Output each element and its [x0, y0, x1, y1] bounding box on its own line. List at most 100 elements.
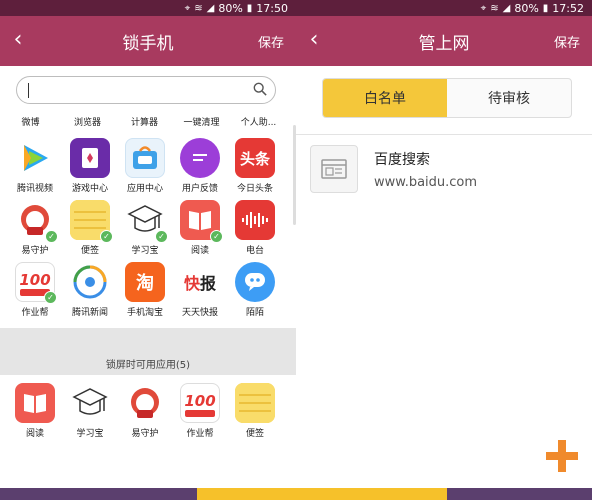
save-button[interactable]: 保存 — [258, 32, 284, 51]
app-zuoyebang[interactable]: 100 ✓ 作业帮 — [8, 262, 62, 318]
app-label[interactable]: 一键清理 — [173, 115, 230, 128]
search-icon[interactable] — [253, 82, 267, 96]
app-label[interactable]: 计算器 — [116, 115, 173, 128]
app-label: 今日头条 — [236, 184, 273, 194]
notes-icon — [235, 383, 275, 423]
app-label: 易守护 — [131, 429, 159, 439]
app-label: 便签 — [245, 429, 264, 439]
app-label[interactable]: 微博 — [2, 115, 59, 128]
lock-phone-screen: ⌖ ≋ ◢ 80% ▮ 17:50 ‹ 锁手机 保存 微博 浏览器 计算器 一键… — [0, 0, 296, 500]
checkmark-icon: ✓ — [210, 230, 223, 243]
app-label: 阅读 — [190, 246, 209, 256]
page-title: 锁手机 — [122, 33, 174, 54]
cut-off-app-labels: 微博 浏览器 计算器 一键清理 个人助... — [0, 104, 296, 128]
app-radio[interactable]: 电台 — [228, 200, 282, 256]
status-bar: ⌖ ≋ ◢ 80% ▮ 17:50 — [0, 0, 296, 16]
signal-icon: ◢ — [502, 2, 511, 14]
chevron-left-icon[interactable]: ‹ — [8, 28, 28, 52]
bottom-segment-mid — [197, 488, 447, 500]
battery-icon: ▮ — [246, 2, 253, 14]
app-taobao[interactable]: 淘 手机淘宝 — [118, 262, 172, 318]
location-icon: ⌖ — [480, 2, 487, 14]
locked-app-yishouhu[interactable]: 易守护 — [118, 383, 172, 439]
app-momo[interactable]: 陌陌 — [228, 262, 282, 318]
app-toutiao[interactable]: 头条 今日头条 — [228, 138, 282, 194]
bottom-segment-left — [0, 488, 197, 500]
signal-icon: ◢ — [206, 2, 215, 14]
plus-icon[interactable] — [546, 440, 578, 472]
app-label: 天天快报 — [181, 308, 218, 318]
checkmark-icon: ✓ — [100, 230, 113, 243]
bottom-bar — [0, 488, 592, 500]
app-label: 作业帮 — [21, 308, 49, 318]
site-url: www.baidu.com — [374, 174, 478, 190]
app-label: 电台 — [245, 246, 264, 256]
manage-internet-screen: ⌖ ≋ ◢ 80% ▮ 17:52 ‹ 管上网 保存 白名单 待审核 百度搜索 … — [296, 0, 592, 500]
save-button[interactable]: 保存 — [554, 32, 580, 51]
locked-app-grid: 阅读 学习宝 易守护 100 作业帮 便签 — [0, 375, 296, 439]
battery-icon: ▮ — [542, 2, 549, 14]
battery-percent: 80% — [514, 1, 539, 15]
app-notes[interactable]: ✓ 便签 — [63, 200, 117, 256]
app-grid: 腾讯视频 游戏中心 应用中心 用户反馈 头条 今日头条 ✓ 易守护 ✓ 便签 ✓… — [0, 128, 296, 318]
app-feedback[interactable]: 用户反馈 — [173, 138, 227, 194]
section-label: 锁屏时可用应用(5) — [105, 360, 191, 371]
app-tencent-video[interactable]: 腾讯视频 — [8, 138, 62, 194]
app-label: 陌陌 — [245, 308, 264, 318]
zuoyebang-icon: 100 — [180, 383, 220, 423]
locked-apps-header: 锁屏时可用应用(5) — [0, 328, 296, 375]
search-input[interactable] — [29, 80, 249, 100]
app-label[interactable]: 浏览器 — [59, 115, 116, 128]
list-item[interactable]: 百度搜索 www.baidu.com — [296, 135, 592, 203]
browser-page-icon — [310, 145, 358, 193]
app-label: 作业帮 — [186, 429, 214, 439]
app-kuaibao[interactable]: 快报 天天快报 — [173, 262, 227, 318]
reader-icon: ✓ — [180, 200, 223, 243]
checkmark-icon: ✓ — [45, 230, 58, 243]
yishouhu-icon: ✓ — [15, 200, 58, 243]
locked-app-reader[interactable]: 阅读 — [8, 383, 62, 439]
locked-app-notes[interactable]: 便签 — [228, 383, 282, 439]
locked-app-xuexibao[interactable]: 学习宝 — [63, 383, 117, 439]
app-app-center[interactable]: 应用中心 — [118, 138, 172, 194]
app-game-center[interactable]: 游戏中心 — [63, 138, 117, 194]
zuoyebang-icon: 100 ✓ — [15, 262, 57, 304]
wifi-icon: ≋ — [490, 2, 499, 14]
kuaibao-icon: 快报 — [180, 262, 220, 302]
app-label[interactable]: 个人助... — [230, 115, 287, 128]
app-reader[interactable]: ✓ 阅读 — [173, 200, 227, 256]
app-label: 学习宝 — [76, 429, 104, 439]
chevron-left-icon[interactable]: ‹ — [304, 28, 324, 52]
feedback-icon — [180, 138, 220, 178]
search-box[interactable] — [16, 76, 276, 104]
tab-whitelist[interactable]: 白名单 — [323, 79, 447, 117]
game-center-icon — [70, 138, 110, 178]
radio-icon — [235, 200, 275, 240]
xuexibao-icon: ✓ — [125, 200, 168, 243]
momo-icon — [235, 262, 275, 302]
app-label: 腾讯新闻 — [71, 308, 108, 318]
tencent-news-icon — [70, 262, 110, 302]
app-label: 腾讯视频 — [16, 184, 53, 194]
app-label: 阅读 — [25, 429, 44, 439]
app-bar: ‹ 管上网 保存 — [296, 16, 592, 66]
app-label: 用户反馈 — [181, 184, 218, 194]
tencent-video-icon — [15, 138, 55, 178]
app-bar: ‹ 锁手机 保存 — [0, 16, 296, 66]
tab-bar: 白名单 待审核 — [322, 78, 572, 118]
app-yishouhu[interactable]: ✓ 易守护 — [8, 200, 62, 256]
app-label: 应用中心 — [126, 184, 163, 194]
app-center-icon — [125, 138, 165, 178]
locked-app-zuoyebang[interactable]: 100 作业帮 — [173, 383, 227, 439]
toutiao-icon: 头条 — [235, 138, 275, 178]
app-tencent-news[interactable]: 腾讯新闻 — [63, 262, 117, 318]
app-label: 易守护 — [21, 246, 49, 256]
checkmark-icon: ✓ — [155, 230, 168, 243]
app-label: 学习宝 — [131, 246, 159, 256]
clock: 17:52 — [552, 1, 584, 15]
app-label: 便签 — [80, 246, 99, 256]
tab-pending-review[interactable]: 待审核 — [447, 79, 571, 117]
app-xuexibao[interactable]: ✓ 学习宝 — [118, 200, 172, 256]
page-title: 管上网 — [418, 33, 470, 54]
svg-text:100: 100 — [184, 392, 215, 410]
